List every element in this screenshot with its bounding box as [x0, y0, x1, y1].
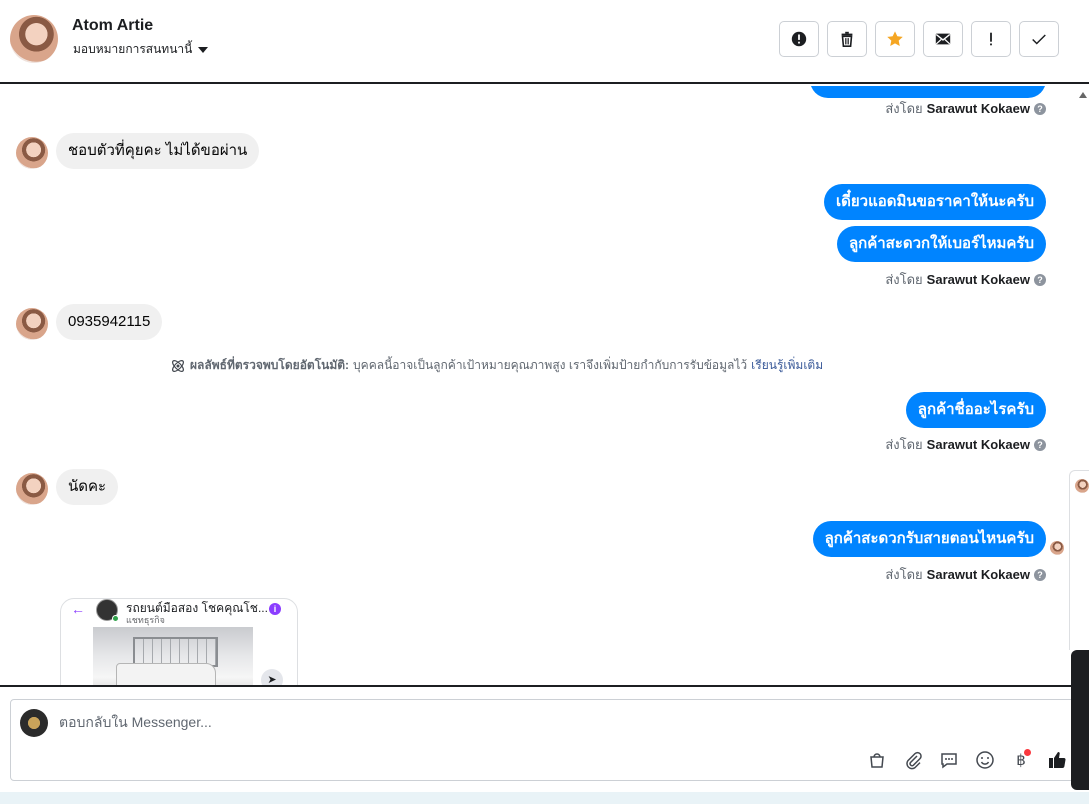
- share-icon: ➤: [261, 669, 283, 685]
- sent-by-label: ส่งโดย Sarawut Kokaew ?: [885, 98, 1046, 119]
- sent-by-label: ส่งโดย Sarawut Kokaew ?: [885, 564, 1046, 585]
- like-button[interactable]: [1045, 748, 1069, 772]
- trash-icon: [841, 31, 853, 48]
- envelope-icon: [935, 33, 951, 45]
- outgoing-message-clipped[interactable]: [810, 86, 1046, 98]
- help-icon[interactable]: ?: [1034, 568, 1046, 581]
- incoming-message[interactable]: 0935942115: [56, 304, 163, 340]
- exclamation-icon: [990, 32, 992, 46]
- outgoing-message[interactable]: เดี๋ยวแอดมินขอราคาให้นะครับ: [824, 184, 1046, 220]
- scroll-up-arrow-icon[interactable]: [1079, 92, 1087, 98]
- star-button[interactable]: [875, 21, 915, 57]
- page-avatar: [20, 709, 48, 737]
- learn-more-link[interactable]: เรียนรู้เพิ่มเติม: [751, 356, 823, 375]
- star-icon: [887, 31, 903, 47]
- saved-replies-button[interactable]: [937, 748, 961, 772]
- emoji-icon: [976, 751, 994, 769]
- checkmark-icon: [1032, 34, 1046, 45]
- message-thread[interactable]: ส่งโดย Sarawut Kokaew ? ชอบตัวที่คุยคะ ไ…: [0, 86, 1089, 685]
- notification-dot: [1024, 749, 1031, 756]
- side-popup-panel[interactable]: [1069, 470, 1089, 650]
- saved-replies-icon: [941, 753, 957, 769]
- reply-composer[interactable]: ฿: [10, 699, 1080, 781]
- follow-up-button[interactable]: [971, 21, 1011, 57]
- contact-avatar-small[interactable]: [16, 473, 48, 505]
- outgoing-message[interactable]: ลูกค้าสะดวกรับสายตอนไหนครับ: [812, 521, 1046, 557]
- thumbs-up-icon: [1049, 752, 1066, 769]
- outgoing-message[interactable]: ลูกค้าสะดวกให้เบอร์ไหมครับ: [836, 226, 1046, 262]
- sent-by-label: ส่งโดย Sarawut Kokaew ?: [885, 434, 1046, 455]
- help-icon[interactable]: ?: [1034, 273, 1046, 286]
- delete-button[interactable]: [827, 21, 867, 57]
- attach-file-button[interactable]: [901, 748, 925, 772]
- caret-down-icon: [198, 46, 209, 53]
- emoji-button[interactable]: [973, 748, 997, 772]
- help-icon[interactable]: ?: [1034, 438, 1046, 451]
- shared-screenshot-attachment[interactable]: ← รถยนต์มือสอง โชคคุณโช... แชทธุรกิจ i ➤: [60, 598, 298, 685]
- card-subtitle: แชทธุรกิจ: [126, 615, 165, 625]
- online-dot: [112, 615, 119, 622]
- conversation-header: Atom Artie มอบหมายการสนทนานี้: [0, 0, 1089, 84]
- atom-icon: [172, 359, 184, 372]
- mark-done-button[interactable]: [1019, 21, 1059, 57]
- contact-avatar-small[interactable]: [16, 137, 48, 169]
- spam-button[interactable]: [779, 21, 819, 57]
- read-receipt-avatar: [1050, 541, 1064, 555]
- composer-actions: ฿: [865, 748, 1069, 772]
- paperclip-icon: [906, 751, 922, 770]
- contact-avatar[interactable]: [10, 15, 58, 63]
- shopping-bag-icon: [870, 753, 884, 768]
- payment-button[interactable]: ฿: [1009, 748, 1033, 772]
- shopping-bag-button[interactable]: [865, 748, 889, 772]
- auto-detected-result: ผลลัพธ์ที่ตรวจพบโดยอัตโนมัติ: บุคคลนี้อา…: [170, 356, 823, 375]
- incoming-message[interactable]: ชอบตัวที่คุยคะ ไม่ได้ขอผ่าน: [56, 133, 260, 169]
- mark-unread-button[interactable]: [923, 21, 963, 57]
- bottom-strip: [0, 792, 1089, 804]
- contact-name[interactable]: Atom Artie: [72, 17, 153, 35]
- info-icon: i: [269, 603, 281, 615]
- sent-by-label: ส่งโดย Sarawut Kokaew ?: [885, 269, 1046, 290]
- outgoing-message[interactable]: ลูกค้าชื่ออะไรครับ: [905, 392, 1046, 428]
- back-arrow-icon: ←: [71, 601, 85, 617]
- conversation-toolbar: [779, 21, 1059, 57]
- assign-conversation-dropdown[interactable]: มอบหมายการสนทนานี้: [73, 40, 209, 59]
- side-dark-panel[interactable]: [1071, 650, 1089, 790]
- reply-input[interactable]: [59, 714, 959, 730]
- truck-body-graphic: [116, 663, 216, 685]
- contact-avatar-small[interactable]: [16, 308, 48, 340]
- alert-circle-icon: [791, 31, 807, 47]
- reply-area: ฿: [0, 685, 1089, 792]
- contact-avatar-mini: [1075, 479, 1089, 493]
- incoming-message[interactable]: นัดคะ: [56, 469, 119, 505]
- assign-label: มอบหมายการสนทนานี้: [73, 42, 193, 56]
- help-icon[interactable]: ?: [1034, 102, 1046, 115]
